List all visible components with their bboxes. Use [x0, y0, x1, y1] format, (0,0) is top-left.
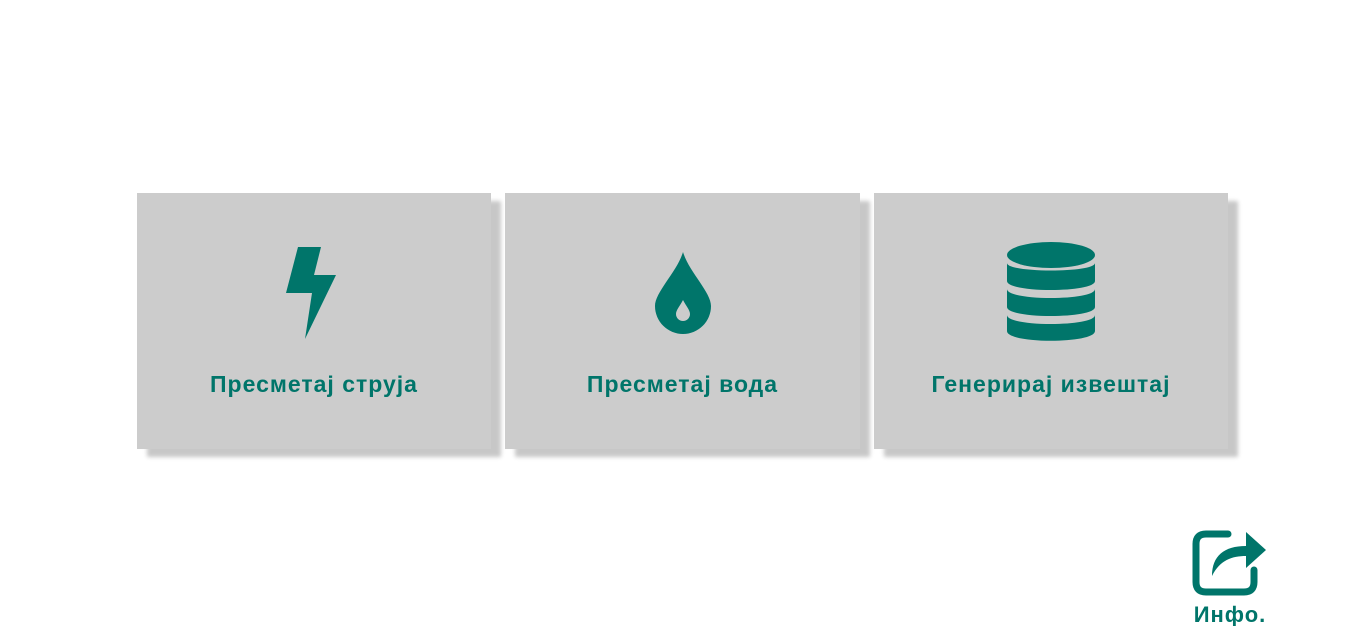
- generate-report-card[interactable]: Генерирај извештај: [874, 193, 1228, 449]
- water-drop-icon: [505, 243, 860, 343]
- calculate-water-card[interactable]: Пресметај вода: [505, 193, 860, 449]
- generate-report-label: Генерирај извештај: [931, 371, 1171, 397]
- info-label: Инфо.: [1193, 602, 1267, 626]
- page: Пресметај струја Пресметај вода Генерира…: [0, 0, 1349, 626]
- database-icon: [874, 242, 1228, 343]
- share-square-icon: [1192, 524, 1268, 596]
- calculate-water-label: Пресметај вода: [586, 371, 779, 397]
- info-button[interactable]: Инфо.: [1180, 522, 1280, 626]
- lightning-bolt-icon: [137, 243, 491, 343]
- calculate-electricity-label: Пресметај струја: [210, 371, 418, 397]
- calculate-electricity-card[interactable]: Пресметај струја: [137, 193, 491, 449]
